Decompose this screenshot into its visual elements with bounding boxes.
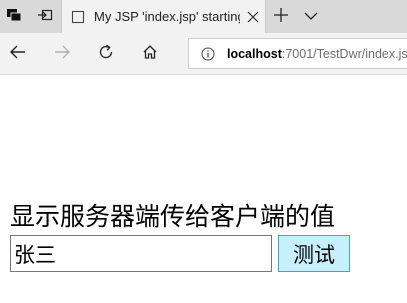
address-path: :7001/TestDwr/index.jsp — [281, 46, 407, 61]
home-icon — [142, 44, 158, 64]
name-input[interactable] — [10, 235, 272, 272]
new-tab-button[interactable] — [268, 0, 294, 33]
plus-icon — [274, 7, 288, 26]
close-tab-icon[interactable] — [246, 10, 260, 24]
tab-bar: My JSP 'index.jsp' starting page — [0, 0, 407, 33]
address-url: localhost:7001/TestDwr/index.jsp — [227, 47, 407, 61]
page-heading: 显示服务器端传给客户端的值 — [10, 202, 336, 231]
refresh-icon — [98, 44, 114, 64]
navigation-bar: localhost:7001/TestDwr/index.jsp — [0, 33, 407, 75]
page-icon — [70, 9, 86, 25]
info-icon[interactable] — [201, 47, 215, 61]
home-button[interactable] — [135, 33, 165, 74]
tabs-aside-icon — [37, 7, 53, 27]
test-button[interactable]: 测试 — [278, 235, 350, 272]
set-tabs-aside-button[interactable] — [30, 0, 60, 33]
active-tab[interactable]: My JSP 'index.jsp' starting page — [61, 0, 266, 33]
refresh-button[interactable] — [91, 33, 121, 74]
chevron-down-icon — [304, 9, 318, 25]
tabs-stack-icon — [6, 7, 22, 27]
tab-title: My JSP 'index.jsp' starting page — [94, 9, 240, 24]
back-button[interactable] — [3, 33, 33, 74]
address-bar[interactable]: localhost:7001/TestDwr/index.jsp — [188, 38, 407, 69]
forward-button[interactable] — [47, 33, 77, 74]
tab-preview-button[interactable] — [0, 0, 28, 33]
tab-list-button[interactable] — [298, 0, 324, 33]
back-arrow-icon — [10, 44, 26, 63]
address-host: localhost — [227, 46, 282, 61]
page-content: 显示服务器端传给客户端的值 测试 — [0, 75, 407, 303]
forward-arrow-icon — [54, 44, 70, 63]
